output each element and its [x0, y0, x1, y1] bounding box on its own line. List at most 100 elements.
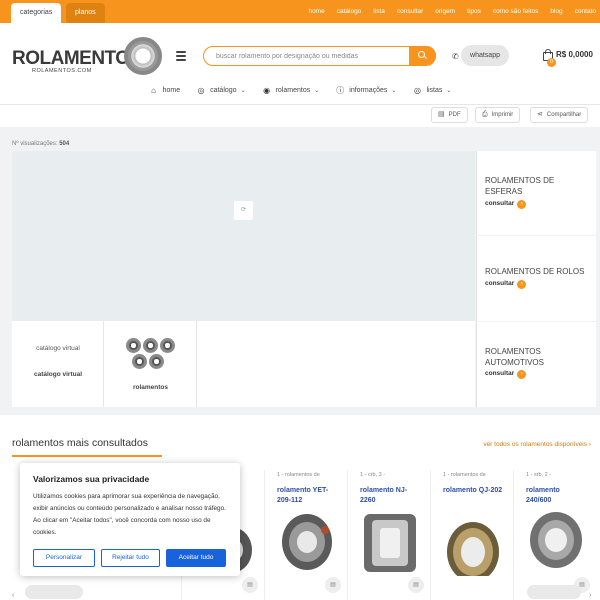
top-nav-contato[interactable]: contato — [575, 8, 596, 15]
nav-informacoes-label: informações — [349, 86, 388, 94]
cookie-title: Valorizamos sua privacidade — [33, 474, 150, 484]
carousel-pill[interactable] — [25, 585, 83, 599]
share-icon: ⋖ — [537, 111, 543, 118]
home-icon: ⌂ — [151, 85, 156, 95]
accept-all-button[interactable]: Aceitar tudo — [166, 549, 226, 567]
product-card[interactable]: 1 - rolamentos de rolamento YET-209-112 … — [264, 470, 344, 600]
consult-link[interactable]: consultar › — [485, 280, 527, 289]
side-panel-title: ROLAMENTOS DE ROLOS — [485, 267, 585, 276]
product-card[interactable]: 1 - srb, 2 - rolamento 240/600 ▤ — [513, 470, 593, 600]
tab-planos[interactable]: planos — [66, 3, 105, 23]
nav-rolamentos[interactable]: ◉ rolamentos ⌄ — [262, 85, 320, 95]
document-icon[interactable]: ▤ — [242, 577, 258, 593]
product-meta: 1 - rolamentos de — [277, 472, 320, 478]
nav-informacoes[interactable]: ⓘ informações ⌄ — [335, 85, 396, 96]
chevron-right-icon: › — [517, 280, 527, 289]
pdf-label: PDF — [448, 112, 461, 118]
bearing-image — [530, 512, 582, 568]
chevron-down-icon: ⌄ — [314, 87, 320, 94]
consult-link[interactable]: consultar › — [485, 370, 527, 379]
share-button[interactable]: ⋖ Compartilhar — [530, 107, 589, 123]
chevron-left-icon[interactable]: ‹ — [12, 592, 14, 599]
section-title: rolamentos mais consultados — [12, 437, 148, 449]
tab-categorias[interactable]: categorias — [11, 3, 62, 23]
chevron-down-icon: ⌄ — [446, 87, 452, 94]
top-nav-catalogo[interactable]: catálogo — [337, 8, 362, 15]
product-card[interactable]: 1 - rolamentos de rolamento QJ-202 — [430, 470, 510, 600]
target-icon: ◉ — [263, 85, 271, 95]
whatsapp-icon: ✆ — [452, 52, 459, 61]
search-icon — [418, 51, 425, 58]
printer-icon: ⎙ — [482, 111, 488, 118]
chevron-right-icon: › — [517, 200, 527, 209]
loading-icon: ⟳ — [234, 201, 253, 220]
side-panel-title: ROLAMENTOS DE ESFERAS — [485, 176, 555, 196]
cookie-text: Utilizamos cookies para aprimorar sua ex… — [33, 493, 226, 536]
print-button[interactable]: ⎙ Imprimir — [475, 107, 521, 123]
bearing-image — [447, 522, 499, 576]
menu-icon[interactable] — [176, 51, 186, 63]
card-label: catálogo virtual — [33, 371, 83, 378]
main-nav: ⌂ home ◎ catálogo ⌄ ◉ rolamentos ⌄ ⓘ inf… — [0, 80, 600, 100]
product-name: rolamento YET-209-112 — [277, 487, 329, 504]
bearing-image — [282, 514, 332, 570]
chevron-right-icon[interactable]: › — [589, 592, 591, 599]
side-panel-esferas: ROLAMENTOS DE ESFERAS consultar › — [476, 151, 596, 235]
views-label: Nº visualizações: — [12, 141, 58, 147]
chevron-down-icon: ⌄ — [391, 87, 397, 94]
search-input[interactable] — [216, 50, 406, 62]
consult-link[interactable]: consultar › — [485, 200, 527, 209]
carousel-pill[interactable] — [527, 585, 581, 599]
action-strip: ▤ PDF ⎙ Imprimir ⋖ Compartilhar — [0, 105, 600, 127]
nav-home[interactable]: ⌂ home — [149, 85, 181, 95]
top-nav-blog[interactable]: blog — [550, 8, 562, 15]
product-meta: 1 - rolamentos de — [443, 472, 486, 478]
top-nav-home[interactable]: home — [308, 8, 324, 15]
chevron-down-icon: ⌄ — [240, 87, 246, 94]
side-panel-automotivos: ROLAMENTOS AUTOMOTIVOS consultar › — [476, 322, 596, 407]
top-nav-lista[interactable]: lista — [373, 8, 385, 15]
globe-icon: ◎ — [197, 85, 205, 95]
print-label: Imprimir — [491, 112, 514, 118]
views-count: 504 — [59, 141, 70, 147]
side-panel-rolos: ROLAMENTOS DE ROLOS consultar › — [476, 236, 596, 321]
globe-icon: ◎ — [413, 85, 421, 95]
see-all-label: ver todos os rolamentos disponíveis — [483, 441, 588, 448]
document-icon[interactable]: ▤ — [408, 577, 424, 593]
bearing-image — [364, 514, 416, 572]
reject-all-button[interactable]: Rejeitar tudo — [101, 549, 160, 567]
nav-catalogo[interactable]: ◎ catálogo ⌄ — [196, 86, 246, 95]
site-header: ROLAMENTOS ROLAMENTOS.COM ✆ whatsapp 0 R… — [0, 23, 600, 105]
top-nav-origem[interactable]: origem — [435, 8, 455, 15]
card-rolamentos[interactable]: rolamentos — [104, 321, 197, 407]
search-bar — [203, 46, 436, 66]
top-nav: home catálogo lista consultar origem tip… — [308, 0, 596, 23]
top-nav-consultar[interactable]: consultar — [397, 8, 423, 15]
document-icon: ▤ — [438, 111, 445, 118]
nav-catalogo-label: catálogo — [210, 86, 237, 94]
share-label: Compartilhar — [546, 112, 582, 118]
search-button[interactable] — [409, 46, 436, 65]
cart-icon[interactable]: 0 — [543, 49, 556, 67]
whatsapp-button[interactable]: whatsapp — [461, 45, 509, 66]
cart-total[interactable]: R$ 0,0000 — [556, 50, 593, 59]
card-catalogo-virtual[interactable]: catálogo virtual catálogo virtual — [12, 321, 104, 407]
logo-wordmark: ROLAMENTOS — [12, 48, 142, 69]
customize-button[interactable]: Personalizar — [33, 549, 95, 567]
site-logo[interactable]: ROLAMENTOS ROLAMENTOS.COM — [12, 35, 162, 77]
consult-link-label: consultar — [485, 370, 515, 377]
product-card[interactable]: 1 - crb, 3 - rolamento NJ-2260 ▤ — [347, 470, 427, 600]
category-cards: catálogo virtual catálogo virtual rolame… — [12, 321, 475, 407]
nav-home-label: home — [162, 86, 181, 94]
nav-listas[interactable]: ◎ listas ⌄ — [412, 86, 451, 95]
see-all-link[interactable]: ver todos os rolamentos disponíveis › — [483, 441, 591, 448]
hero-banner — [12, 151, 475, 321]
top-bar: categorias planos home catálogo lista co… — [0, 0, 600, 23]
product-name: rolamento 240/600 — [526, 487, 560, 504]
chevron-right-icon: › — [517, 370, 527, 379]
top-nav-como-sao-feitos[interactable]: como são feitos — [493, 8, 539, 15]
pdf-button[interactable]: ▤ PDF — [431, 107, 468, 123]
document-icon[interactable]: ▤ — [325, 577, 341, 593]
top-nav-tipos[interactable]: tipos — [467, 8, 481, 15]
bearing-logo-icon — [124, 37, 162, 75]
